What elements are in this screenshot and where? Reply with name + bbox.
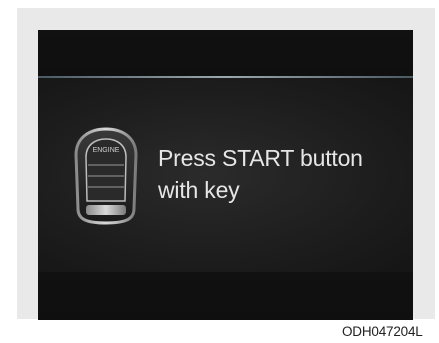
figure-reference-code: ODH047204L <box>342 324 423 339</box>
top-band <box>38 30 413 76</box>
message-line-1: Press START button <box>158 145 363 171</box>
key-icon-label: ENGINE <box>93 147 120 154</box>
smart-key-fob-icon: ENGINE <box>74 127 138 225</box>
cluster-display: ENGINE Press START button with key <box>38 30 413 320</box>
instruction-message: Press START button with key <box>158 142 408 206</box>
message-line-2: with key <box>158 177 240 203</box>
bottom-band <box>38 272 413 320</box>
